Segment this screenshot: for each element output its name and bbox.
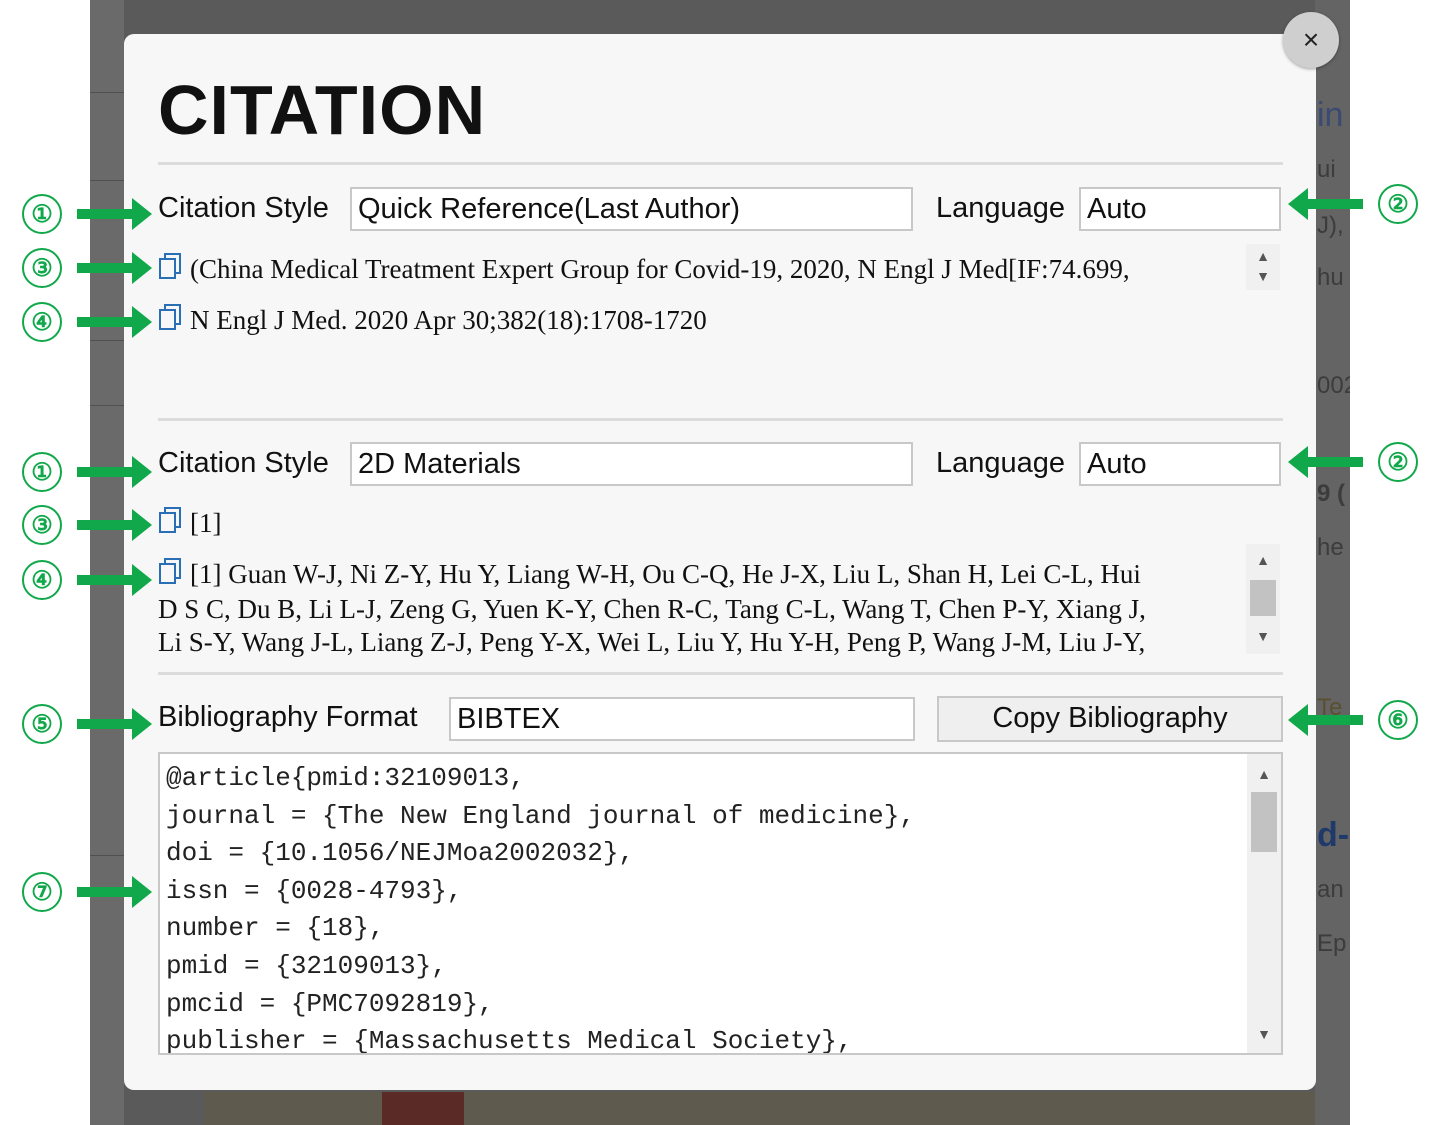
bibliography-scrollbar[interactable]: ▲ ▼ <box>1247 754 1281 1053</box>
annotation-marker: ⑥ <box>1378 700 1418 740</box>
bibliography-line: doi = {10.1056/NEJMoa2002032}, <box>166 838 635 869</box>
bibliography-line: issn = {0028-4793}, <box>166 875 463 906</box>
annotation-marker: ④ <box>22 302 62 342</box>
reference-citation: [1] Guan W-J, Ni Z-Y, Hu Y, Liang W-H, O… <box>158 557 1240 657</box>
reference-scrollbar[interactable]: ▲ ▼ <box>1246 544 1280 654</box>
reference-citation: N Engl J Med. 2020 Apr 30;382(18):1708-1… <box>158 303 1238 338</box>
inline-citation: [1] <box>158 506 1238 541</box>
copy-bibliography-button[interactable]: Copy Bibliography <box>937 696 1283 742</box>
annotation-arrow <box>77 252 152 284</box>
bibliography-format-select[interactable]: BIBTEX <box>449 697 915 741</box>
annotation-marker: ③ <box>22 248 62 288</box>
scroll-down-icon[interactable]: ▼ <box>1247 1024 1281 1044</box>
background-footer-strip <box>204 1092 1334 1125</box>
annotation-arrow <box>77 198 152 230</box>
bibliography-line: publisher = {Massachusetts Medical Socie… <box>166 1026 853 1055</box>
annotation-arrow <box>1288 188 1363 220</box>
inline-citation: (China Medical Treatment Expert Group fo… <box>158 252 1238 287</box>
bibliography-format-label: Bibliography Format <box>158 701 418 733</box>
copy-icon[interactable] <box>158 557 184 593</box>
annotation-arrow <box>1288 446 1363 478</box>
scroll-thumb[interactable] <box>1250 580 1276 616</box>
reference-citation-text: N Engl J Med. 2020 Apr 30;382(18):1708-1… <box>190 305 707 335</box>
annotation-arrow <box>77 456 152 488</box>
scroll-up-icon[interactable]: ▲ <box>1247 764 1281 784</box>
annotation-arrow <box>77 306 152 338</box>
annotation-marker: ③ <box>22 505 62 545</box>
scroll-up-icon[interactable]: ▲ <box>1246 246 1280 266</box>
background-text: d- <box>1317 816 1350 854</box>
annotation-arrow <box>77 564 152 596</box>
language-label: Language <box>936 447 1066 479</box>
divider <box>158 672 1283 675</box>
bibliography-textarea[interactable]: @article{pmid:32109013, journal = {The Ne… <box>158 752 1283 1055</box>
scroll-down-icon[interactable]: ▼ <box>1246 266 1280 286</box>
inline-citation-text: [1] <box>190 508 222 538</box>
language-select[interactable]: Auto <box>1079 442 1281 486</box>
background-text: hu <box>1317 264 1344 291</box>
background-footer-badge <box>382 1092 464 1125</box>
annotation-arrow <box>77 876 152 908</box>
background-text: ui <box>1317 156 1336 183</box>
background-text: J), <box>1317 212 1344 239</box>
copy-icon[interactable] <box>158 506 184 541</box>
bibliography-line: @article{pmid:32109013, <box>166 763 525 793</box>
scroll-thumb[interactable] <box>1251 792 1277 852</box>
annotation-marker: ① <box>22 194 62 234</box>
bibliography-line: pmid = {32109013}, <box>166 950 447 981</box>
bibliography-text: @article{pmid:32109013, journal = {The Ne… <box>166 760 1241 1055</box>
language-select[interactable]: Auto <box>1079 187 1281 231</box>
background-text: 9 ( <box>1317 480 1346 507</box>
annotation-marker: ② <box>1378 442 1418 482</box>
bibliography-line: pmcid = {PMC7092819}, <box>166 988 494 1019</box>
scroll-down-icon[interactable]: ▼ <box>1246 626 1280 646</box>
reference-line: [1] Guan W-J, Ni Z-Y, Hu Y, Liang W-H, O… <box>190 559 1141 589</box>
divider <box>158 162 1283 165</box>
inline-citation-text: (China Medical Treatment Expert Group fo… <box>190 254 1130 284</box>
modal-title: CITATION <box>158 71 487 149</box>
citation-style-select[interactable]: Quick Reference(Last Author) <box>350 187 913 231</box>
annotation-marker: ① <box>22 452 62 492</box>
annotation-arrow <box>77 509 152 541</box>
inline-citation-scrollbar[interactable]: ▲ ▼ <box>1246 244 1280 290</box>
citation-style-select[interactable]: 2D Materials <box>350 442 913 486</box>
annotation-marker: ⑤ <box>22 704 62 744</box>
scroll-up-icon[interactable]: ▲ <box>1246 550 1280 570</box>
annotation-marker: ④ <box>22 560 62 600</box>
language-label: Language <box>936 192 1066 224</box>
annotation-arrow <box>77 708 152 740</box>
background-sidebar <box>90 0 124 1125</box>
copy-icon[interactable] <box>158 303 184 338</box>
citation-style-label: Citation Style <box>158 447 329 479</box>
bibliography-line: journal = {The New England journal of me… <box>166 800 915 831</box>
background-text: he <box>1317 534 1344 561</box>
annotation-marker: ② <box>1378 184 1418 224</box>
annotation-arrow <box>1288 704 1363 736</box>
background-text: in <box>1317 96 1344 134</box>
background-text: Ep <box>1317 930 1347 957</box>
background-text: 002 <box>1317 372 1350 399</box>
divider <box>158 418 1283 421</box>
reference-line: Li S-Y, Wang J-L, Liang Z-J, Peng Y-X, W… <box>158 627 1146 657</box>
bibliography-line: number = {18}, <box>166 913 385 944</box>
background-content-column: in ui J), hu 002 9 ( he Te d- an Ep <box>1315 0 1350 1125</box>
background-text: an <box>1317 876 1344 903</box>
annotation-marker: ⑦ <box>22 872 62 912</box>
close-button[interactable]: × <box>1283 12 1339 68</box>
reference-line: D S C, Du B, Li L-J, Zeng G, Yuen K-Y, C… <box>158 594 1146 624</box>
copy-icon[interactable] <box>158 252 184 287</box>
citation-style-label: Citation Style <box>158 192 329 224</box>
